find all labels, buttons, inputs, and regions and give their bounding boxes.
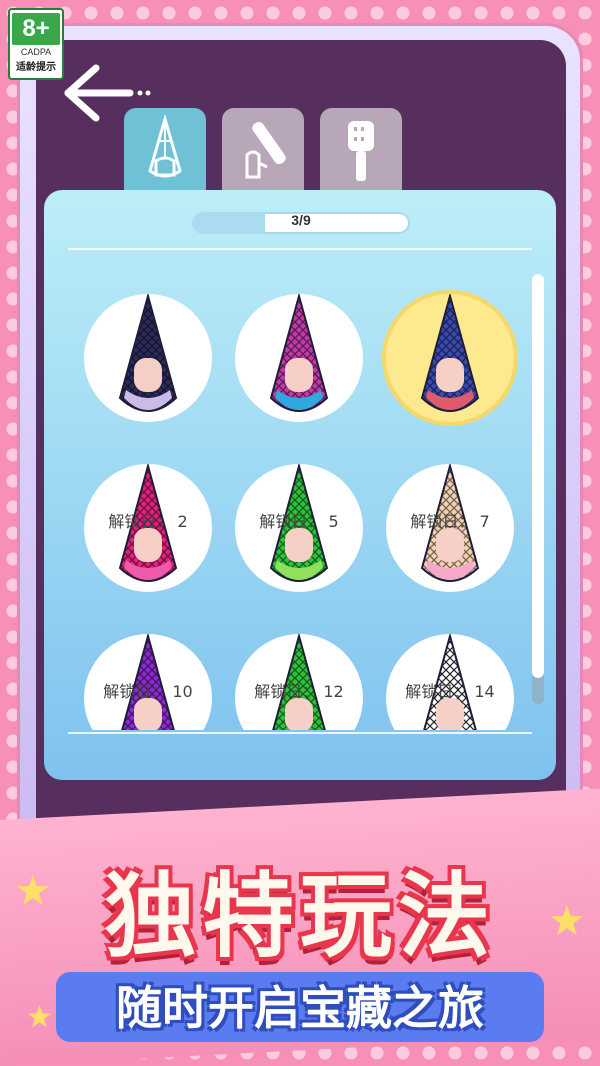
top-divider (68, 248, 532, 250)
design-grid: 解锁日： 2 解锁日： 5 解锁日： 7 解锁日： 10 解锁日： 12 解锁日： 14 (74, 286, 524, 730)
nail-design-3[interactable] (386, 294, 514, 422)
scrollbar[interactable] (532, 274, 544, 704)
nail-design-5[interactable]: 解锁日： 5 (235, 464, 363, 592)
nail-design-6[interactable]: 解锁日： 7 (386, 464, 514, 592)
unlock-day-label: 解锁日： 12 (254, 682, 344, 701)
bottom-divider (68, 732, 532, 734)
progress-label: 3/9 (291, 212, 311, 228)
nail-design-2[interactable] (235, 294, 363, 422)
nail-design-8[interactable]: 解锁日： 12 (235, 634, 363, 730)
unlock-day-label: 解锁日： 2 (108, 512, 188, 531)
age-rating-badge: 8+ CADPA 适龄提示 (8, 8, 64, 80)
nail-design-4[interactable]: 解锁日： 2 (84, 464, 212, 592)
progress-bar: 3/9 (192, 212, 410, 234)
nail-file-icon (245, 121, 286, 179)
star-icon: ★ (26, 1000, 53, 1035)
tab-nail-shape[interactable] (124, 108, 206, 192)
nail-design-7[interactable]: 解锁日： 10 (84, 634, 212, 730)
nail-shape-icon (148, 115, 182, 178)
design-panel: 3/9 解锁日： 2 解锁日： 5 解锁日： 7 解锁日： 10 解锁日： 12 解锁日：… (44, 190, 556, 780)
banner-subtitle: 随时开启宝藏之旅 (56, 972, 544, 1042)
banner-title: 独特玩法 (103, 863, 496, 970)
nail-design-9[interactable]: 解锁日： 14 (386, 634, 514, 730)
nail-icon (118, 294, 178, 412)
age-rating: 8+ (12, 13, 60, 45)
unlock-day-label: 解锁日： 10 (103, 682, 193, 701)
tab-nail-file[interactable] (222, 108, 304, 192)
unlock-day-label: 解锁日： 7 (410, 512, 490, 531)
nail-brush-icon (348, 121, 374, 181)
nail-icon (269, 294, 329, 412)
unlock-day-label: 解锁日： 14 (405, 682, 495, 701)
unlock-day-label: 解锁日： 5 (259, 512, 339, 531)
age-rating-tip: 适龄提示 (16, 62, 56, 73)
scrollbar-thumb[interactable] (532, 274, 544, 678)
nail-design-1[interactable] (84, 294, 212, 422)
tab-nail-brush[interactable] (320, 108, 402, 192)
nail-icon (420, 294, 480, 412)
age-rating-org: CADPA (20, 47, 52, 57)
